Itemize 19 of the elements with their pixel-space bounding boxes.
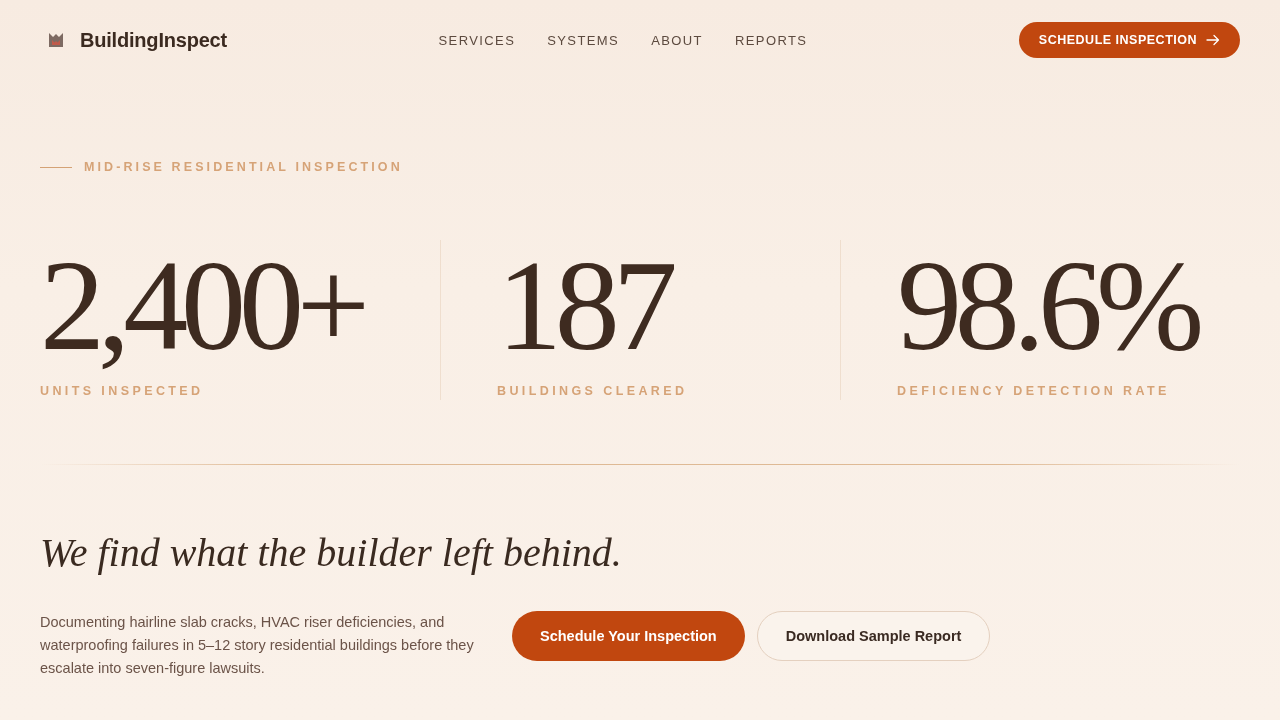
nav-link[interactable]: SERVICES [438,32,516,48]
stat-label: UNITS INSPECTED [40,384,204,398]
brand-name: BuildingInspect [80,28,227,52]
stat-label: DEFICIENCY DETECTION RATE [897,384,1170,398]
logo-icon [48,32,64,48]
headline: We find what the builder left behind. [40,529,622,577]
nav-link[interactable]: SYSTEMS [547,32,620,48]
stat-label: BUILDINGS CLEARED [497,384,688,398]
stat-value: 98.6% [897,240,1198,370]
description-paragraph: Documenting hairline slab cracks, HVAC riser deficiencies, and waterproofing failures in 5–12 story residential buildings before they escalate into seven-figure lawsuits. [40,613,475,678]
arrow-right-icon [1206,34,1220,46]
download-sample-report-button[interactable]: Download Sample Report [756,611,991,661]
eyebrow-label: MID-RISE RESIDENTIAL INSPECTION [84,160,403,174]
schedule-inspection-button[interactable]: SCHEDULE INSPECTION [1018,22,1240,58]
stat-value: 187 [497,240,671,370]
stat-value: 2,400+ [40,240,363,370]
nav-link[interactable]: ABOUT [651,32,703,48]
nav-link[interactable]: REPORTS [734,32,808,48]
schedule-your-inspection-button[interactable]: Schedule Your Inspection [512,611,745,661]
